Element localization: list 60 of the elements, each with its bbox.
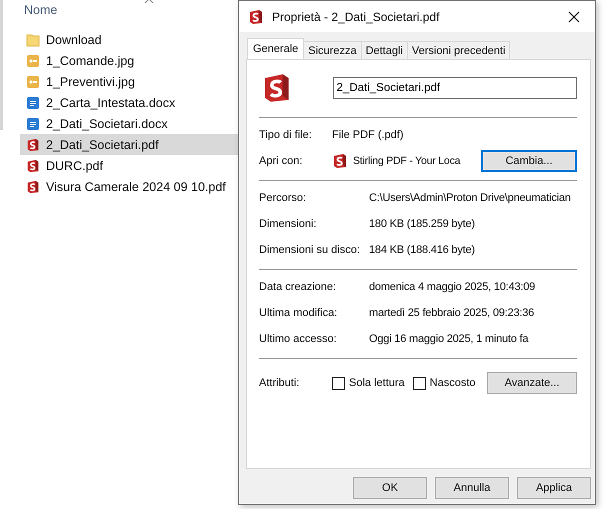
tab[interactable]: Dettagli	[360, 41, 408, 59]
document-icon	[26, 116, 40, 130]
field-label: Tipo di file:	[259, 129, 313, 141]
field-value: C:\Users\Admin\Proton Drive\pneumatician	[369, 192, 571, 204]
pdf-file-icon	[26, 180, 40, 194]
image-file-icon	[26, 74, 40, 88]
file-name: 2_Carta_Intestata.docx	[46, 96, 176, 110]
file-name: 1_Preventivi.jpg	[46, 74, 135, 88]
pdf-file-icon	[26, 138, 40, 152]
field-value: domenica 4 maggio 2025, 10:43:09	[369, 281, 536, 293]
pdf-app-icon	[332, 153, 348, 169]
sort-caret-icon	[144, 0, 154, 3]
pdf-file-icon	[26, 158, 40, 172]
folder-icon	[26, 32, 40, 46]
field-label: Data creazione:	[259, 281, 338, 293]
file-row[interactable]: 2_Dati_Societari.docx	[20, 113, 240, 134]
field-label: Ultimo accesso:	[259, 333, 338, 345]
field-label: Ultima modifica:	[259, 307, 338, 319]
tab[interactable]: Versioni precedenti	[406, 41, 510, 59]
file-row[interactable]: Visura Camerale 2024 09 10.pdf	[20, 176, 240, 197]
field-value: 180 KB (185.259 byte)	[369, 218, 475, 230]
file-name: Visura Camerale 2024 09 10.pdf	[46, 180, 226, 194]
dialog-button[interactable]: Applica	[517, 477, 591, 499]
checkbox-label: Sola lettura	[349, 377, 405, 389]
field-value: 184 KB (188.416 byte)	[369, 244, 475, 256]
field-label: Dimensioni su disco:	[259, 244, 361, 256]
file-name-field[interactable]: 2_Dati_Societari.pdf	[332, 77, 577, 99]
checkbox-label: Nascosto	[430, 377, 476, 389]
file-row[interactable]: 1_Comande.jpg	[20, 50, 240, 71]
checkbox[interactable]	[332, 376, 345, 390]
file-row[interactable]: Download	[20, 29, 240, 50]
field-label: Percorso:	[259, 192, 308, 204]
file-row[interactable]: 2_Dati_Societari.pdf	[20, 134, 240, 155]
field-label: Attributi:	[259, 377, 300, 389]
pdf-app-icon	[248, 8, 264, 24]
field-label: Apri con:	[259, 155, 304, 167]
field-value: File PDF (.pdf)	[332, 129, 404, 141]
file-row[interactable]: 1_Preventivi.jpg	[20, 71, 240, 92]
dialog-button[interactable]: Annulla	[435, 477, 509, 499]
field-value: Oggi 16 maggio 2025, 1 minuto fa	[369, 333, 528, 345]
column-header[interactable]: Nome	[24, 3, 58, 17]
dialog-button[interactable]: OK	[353, 477, 427, 499]
window-title: Proprietà - 2_Dati_Societari.pdf	[272, 10, 440, 24]
file-name: 1_Comande.jpg	[46, 54, 134, 68]
file-row[interactable]: DURC.pdf	[20, 155, 240, 176]
advanced-button[interactable]: Avanzate...	[487, 372, 577, 394]
checkbox[interactable]	[412, 376, 426, 390]
file-name: 2_Dati_Societari.pdf	[46, 138, 159, 152]
image-file-icon	[26, 54, 40, 68]
change-button[interactable]: Cambia...	[481, 150, 577, 172]
close-icon	[568, 10, 580, 22]
file-name: 2_Dati_Societari.docx	[46, 116, 168, 130]
file-name: Download	[46, 32, 102, 46]
file-row[interactable]: 2_Carta_Intestata.docx	[20, 92, 240, 113]
field-value: Stirling PDF - Your Loca	[353, 155, 460, 167]
field-label: Dimensioni:	[259, 218, 318, 230]
tab[interactable]: Generale	[247, 38, 304, 59]
field-value: martedì 25 febbraio 2025, 09:23:36	[369, 307, 534, 319]
document-icon	[26, 96, 40, 110]
file-name: DURC.pdf	[46, 158, 103, 172]
